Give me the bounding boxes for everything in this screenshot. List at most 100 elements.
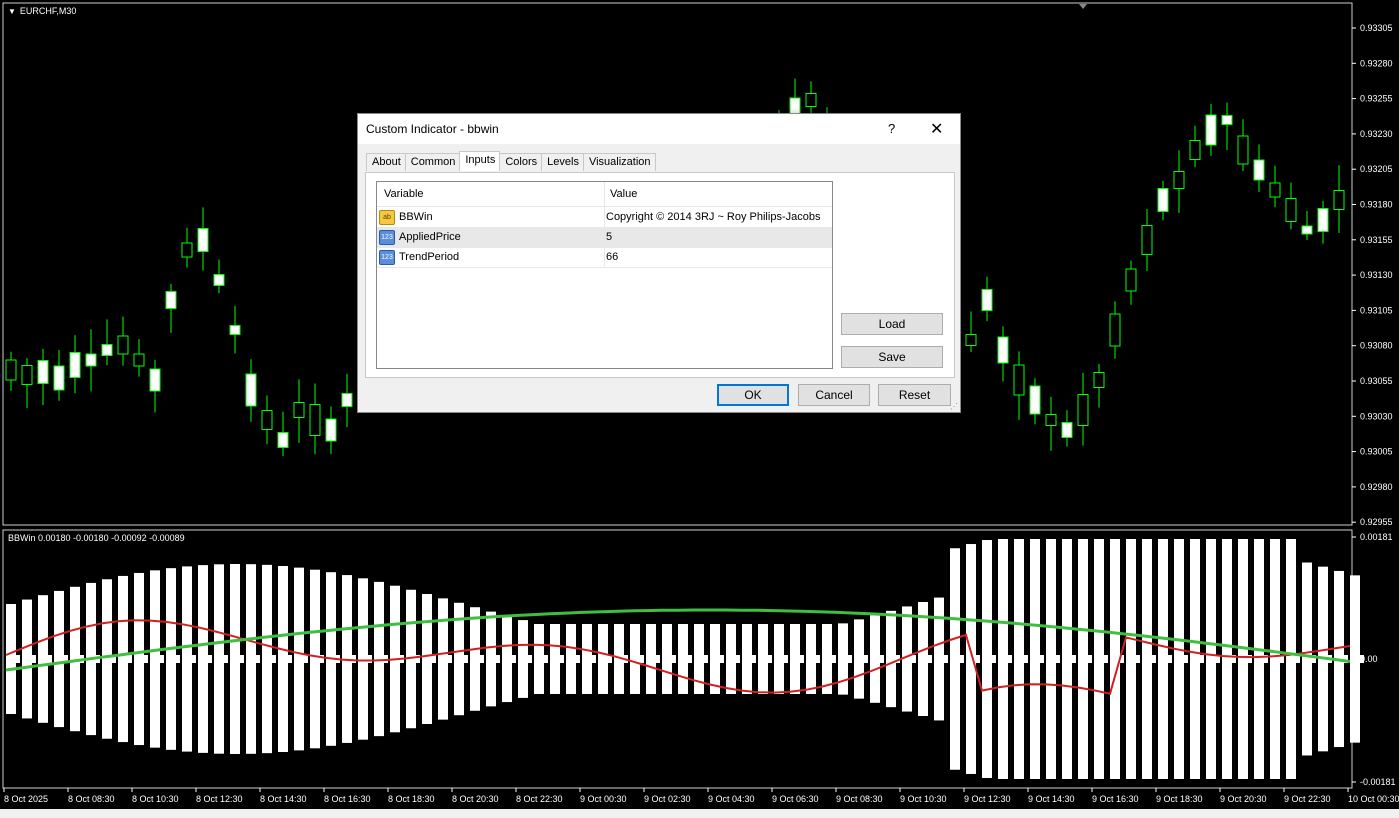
candle-body bbox=[1077, 394, 1089, 426]
indicator-bar-mid bbox=[480, 655, 484, 663]
candle-body bbox=[37, 360, 49, 384]
table-row[interactable]: 123 AppliedPrice 5 bbox=[377, 227, 832, 248]
candle-body bbox=[1157, 188, 1169, 212]
indicator-bar bbox=[886, 610, 896, 708]
time-tick-label: 9 Oct 10:30 bbox=[900, 794, 947, 804]
candle-body bbox=[5, 359, 17, 381]
candle-body bbox=[213, 274, 225, 286]
custom-indicator-dialog: Custom Indicator - bbwin ? ✕ About Commo… bbox=[357, 113, 961, 413]
indicator-bar-mid bbox=[160, 655, 164, 663]
indicator-bar bbox=[470, 607, 480, 711]
indicator-bar bbox=[918, 601, 928, 717]
time-tick-label: 8 Oct 08:30 bbox=[68, 794, 115, 804]
table-row[interactable]: 123 TrendPeriod 66 bbox=[377, 247, 832, 268]
cancel-button[interactable]: Cancel bbox=[798, 384, 870, 406]
indicator-bar-mid bbox=[192, 655, 196, 663]
indicator-bar-mid bbox=[960, 655, 964, 663]
indicator-bar-mid bbox=[512, 655, 516, 663]
indicator-bar bbox=[1094, 539, 1104, 779]
candle-body bbox=[805, 93, 817, 107]
tab-visualization[interactable]: Visualization bbox=[582, 153, 656, 171]
candle-body bbox=[21, 365, 33, 385]
row-value[interactable]: 66 bbox=[606, 251, 618, 263]
indicator-bar-mid bbox=[720, 655, 724, 663]
close-icon[interactable]: ✕ bbox=[930, 119, 943, 139]
indicator-bar bbox=[182, 566, 192, 752]
time-tick-label: 9 Oct 18:30 bbox=[1156, 794, 1203, 804]
help-button[interactable]: ? bbox=[888, 121, 895, 136]
indicator-bar bbox=[230, 564, 240, 754]
indicator-bar bbox=[758, 624, 768, 694]
indicator-bar-mid bbox=[144, 655, 148, 663]
indicator-bar bbox=[742, 624, 752, 694]
row-value[interactable]: 5 bbox=[606, 231, 612, 243]
resize-grip-icon[interactable]: ⋰ bbox=[950, 402, 958, 411]
indicator-bar bbox=[54, 590, 64, 728]
row-variable: AppliedPrice bbox=[399, 231, 461, 243]
indicator-bar bbox=[486, 611, 496, 707]
indicator-bar-mid bbox=[1104, 655, 1108, 663]
candle-body bbox=[85, 353, 97, 367]
time-tick-label: 9 Oct 04:30 bbox=[708, 794, 755, 804]
save-button[interactable]: Save bbox=[841, 346, 943, 368]
indicator-bar-mid bbox=[640, 655, 644, 663]
tab-levels[interactable]: Levels bbox=[541, 153, 584, 171]
candle-body bbox=[133, 353, 145, 367]
column-value[interactable]: Value bbox=[610, 188, 637, 200]
indicator-bar bbox=[1254, 539, 1264, 779]
tab-colors[interactable]: Colors bbox=[499, 153, 543, 171]
time-tick-label: 9 Oct 20:30 bbox=[1220, 794, 1267, 804]
price-tick-label: 0.93105 bbox=[1360, 305, 1393, 315]
indicator-bar-mid bbox=[784, 655, 788, 663]
indicator-bar-mid bbox=[288, 655, 292, 663]
inputs-table: Variable Value ab BBWin Copyright © 2014… bbox=[376, 181, 833, 369]
candle-body bbox=[197, 228, 209, 252]
indicator-bar bbox=[790, 624, 800, 694]
column-variable[interactable]: Variable bbox=[384, 188, 424, 200]
indicator-bar-mid bbox=[912, 655, 916, 663]
price-tick-label: 0.92955 bbox=[1360, 517, 1393, 527]
table-row[interactable]: ab BBWin Copyright © 2014 3RJ ~ Roy Phil… bbox=[377, 207, 832, 228]
chart-tabs-bar[interactable] bbox=[0, 809, 1399, 818]
indicator-bar-mid bbox=[272, 655, 276, 663]
indicator-bar bbox=[166, 568, 176, 750]
tab-common[interactable]: Common bbox=[404, 153, 461, 171]
price-tick-label: 0.93005 bbox=[1360, 447, 1393, 457]
symbol-label[interactable]: ▼ EURCHF,M30 bbox=[8, 6, 76, 16]
indicator-bar bbox=[1158, 539, 1168, 779]
candle-body bbox=[1093, 372, 1105, 388]
reset-button[interactable]: Reset bbox=[878, 384, 951, 406]
time-tick-label: 9 Oct 02:30 bbox=[644, 794, 691, 804]
candle-body bbox=[1125, 268, 1137, 292]
candle-body bbox=[1301, 225, 1313, 235]
time-tick-label: 9 Oct 14:30 bbox=[1028, 794, 1075, 804]
indicator-bar bbox=[262, 564, 272, 754]
indicator-bar bbox=[966, 544, 976, 774]
dialog-tabs: About Common Inputs Colors Levels Visual… bbox=[366, 151, 656, 172]
indicator-bar-mid bbox=[1024, 655, 1028, 663]
row-value[interactable]: Copyright © 2014 3RJ ~ Roy Philips-Jacob… bbox=[606, 211, 820, 223]
ok-button[interactable]: OK bbox=[717, 384, 789, 406]
indicator-bar-mid bbox=[560, 655, 564, 663]
load-button[interactable]: Load bbox=[841, 313, 943, 335]
indicator-bar bbox=[1078, 539, 1088, 779]
time-tick-label: 8 Oct 2025 bbox=[4, 794, 48, 804]
indicator-bar-mid bbox=[528, 655, 532, 663]
price-tick-label: 0.93130 bbox=[1360, 270, 1393, 280]
candle-body bbox=[1205, 114, 1217, 146]
tab-about[interactable]: About bbox=[366, 153, 406, 171]
indicator-bar bbox=[566, 624, 576, 694]
indicator-label: BBWin 0.00180 -0.00180 -0.00092 -0.00089 bbox=[8, 533, 185, 543]
dropdown-triangle-icon[interactable]: ▼ bbox=[8, 7, 16, 16]
number-type-icon: 123 bbox=[379, 230, 395, 245]
candle-body bbox=[277, 432, 289, 448]
indicator-bar bbox=[950, 548, 960, 770]
indicator-bar bbox=[1190, 539, 1200, 779]
tab-inputs[interactable]: Inputs bbox=[459, 151, 501, 171]
indicator-bar bbox=[550, 624, 560, 694]
candle-body bbox=[1045, 414, 1057, 426]
indicator-bar bbox=[22, 599, 32, 719]
indicator-bar-mid bbox=[704, 655, 708, 663]
symbol-timeframe: EURCHF,M30 bbox=[19, 6, 77, 16]
indicator-bar-mid bbox=[1056, 655, 1060, 663]
